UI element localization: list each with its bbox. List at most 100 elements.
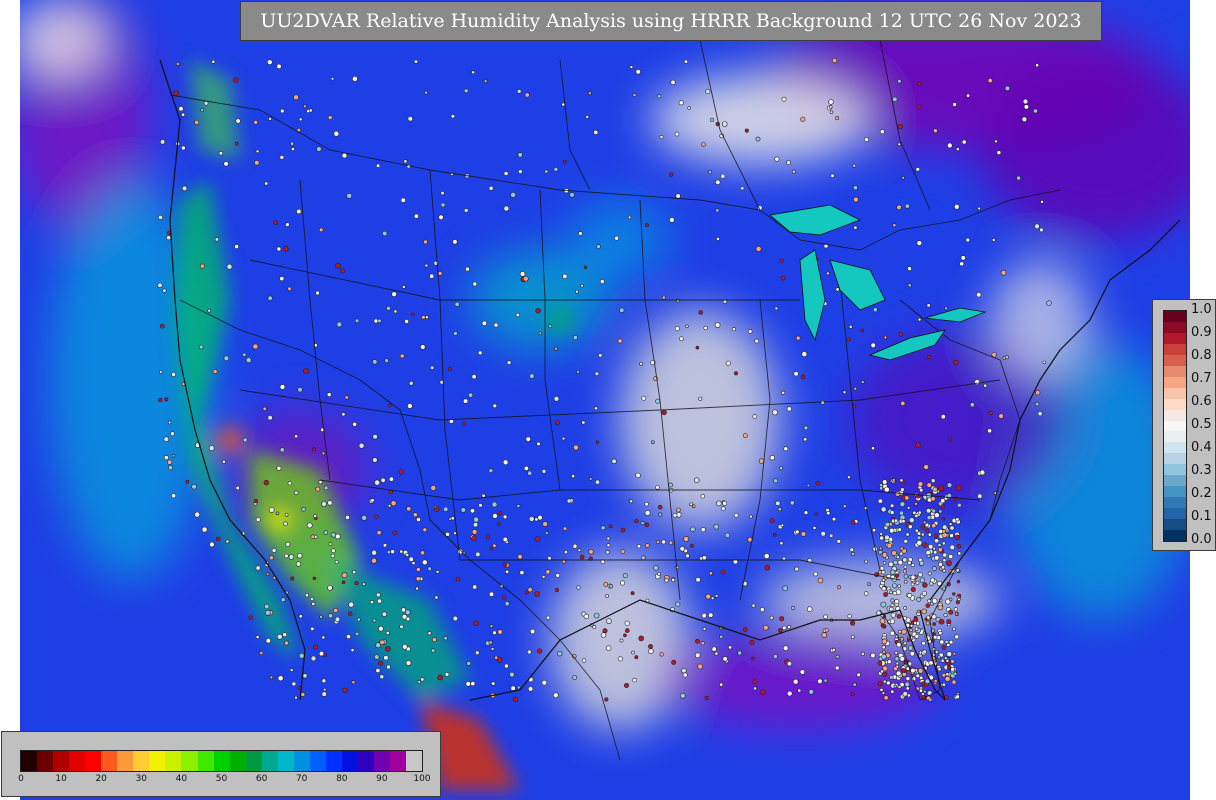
station-dot bbox=[462, 421, 467, 426]
station-dot bbox=[959, 261, 965, 267]
station-dot bbox=[917, 317, 922, 322]
station-dot bbox=[342, 687, 348, 693]
station-dot bbox=[374, 654, 380, 660]
station-dot bbox=[253, 499, 258, 504]
station-dot bbox=[889, 675, 894, 680]
station-dot bbox=[553, 395, 560, 402]
station-dot bbox=[720, 569, 726, 575]
station-dot bbox=[932, 546, 936, 551]
station-dot bbox=[714, 594, 719, 598]
station-dot bbox=[645, 543, 650, 548]
station-dot bbox=[605, 550, 610, 555]
station-dot bbox=[751, 603, 756, 608]
observation-colorbar-tick: 1.0 bbox=[1191, 302, 1212, 317]
station-dot bbox=[478, 350, 483, 356]
station-dot bbox=[463, 398, 469, 404]
station-dot bbox=[903, 574, 909, 579]
station-dot bbox=[440, 191, 445, 196]
station-dot bbox=[235, 485, 240, 491]
observation-colorbar-segment bbox=[1164, 343, 1186, 355]
station-dot bbox=[883, 335, 888, 340]
station-dot bbox=[687, 106, 691, 110]
station-dot bbox=[611, 458, 617, 464]
station-dot bbox=[792, 678, 799, 685]
station-dot bbox=[488, 640, 493, 645]
station-dot bbox=[326, 392, 332, 397]
station-dot bbox=[944, 639, 949, 644]
station-dot bbox=[921, 640, 926, 646]
station-dot bbox=[774, 156, 780, 162]
station-dot bbox=[541, 575, 546, 579]
station-dot bbox=[700, 641, 705, 646]
station-dot bbox=[910, 586, 916, 592]
station-dot bbox=[668, 540, 674, 546]
station-dot bbox=[416, 517, 421, 522]
station-dot bbox=[925, 621, 930, 626]
station-dot bbox=[694, 652, 701, 659]
station-dot bbox=[323, 485, 329, 491]
station-dot bbox=[917, 667, 924, 674]
station-dot bbox=[376, 598, 382, 604]
station-dot bbox=[914, 502, 918, 506]
station-dot bbox=[276, 246, 282, 252]
station-dot bbox=[764, 564, 771, 571]
station-dot bbox=[849, 620, 856, 626]
station-dot bbox=[548, 324, 553, 329]
station-dot bbox=[572, 675, 577, 680]
station-dot bbox=[708, 612, 714, 618]
station-dot bbox=[881, 552, 888, 558]
station-dot bbox=[928, 544, 934, 550]
station-dot bbox=[983, 383, 988, 388]
station-dot bbox=[470, 681, 476, 687]
station-dot bbox=[542, 521, 548, 527]
station-dot bbox=[794, 566, 800, 572]
station-dot bbox=[555, 420, 560, 425]
station-dot bbox=[519, 570, 525, 575]
station-dot bbox=[957, 593, 962, 598]
station-dot bbox=[896, 614, 902, 619]
station-dot bbox=[276, 465, 282, 471]
station-dot bbox=[638, 635, 645, 642]
station-dot bbox=[969, 402, 975, 408]
station-dot bbox=[803, 510, 809, 515]
observation-colorbar-segment bbox=[1164, 398, 1186, 410]
station-dot bbox=[779, 466, 783, 471]
station-dot bbox=[576, 585, 581, 590]
observation-colorbar: 1.0 0.9 0.8 0.7 0.6 0.5 0.4 0.3 0.2 0.1 0.0 bbox=[1152, 299, 1216, 551]
station-dot bbox=[516, 89, 522, 94]
station-dot bbox=[267, 415, 273, 421]
station-dot bbox=[903, 641, 908, 646]
station-dot bbox=[640, 555, 646, 561]
station-dot bbox=[955, 694, 960, 699]
station-dot bbox=[744, 128, 749, 133]
station-dot bbox=[408, 556, 414, 562]
station-dot bbox=[912, 510, 917, 515]
station-dot bbox=[878, 546, 883, 550]
station-dot bbox=[198, 344, 204, 350]
station-dot bbox=[864, 137, 869, 142]
station-dot bbox=[218, 151, 223, 156]
station-dot bbox=[297, 552, 303, 559]
station-dot bbox=[883, 486, 890, 493]
station-dot bbox=[905, 532, 910, 537]
station-dot bbox=[517, 554, 523, 560]
station-dot bbox=[751, 656, 755, 661]
station-dot bbox=[877, 498, 883, 504]
station-dot bbox=[181, 185, 188, 192]
station-dot bbox=[955, 517, 960, 522]
station-dot bbox=[889, 527, 895, 534]
station-dot bbox=[496, 522, 501, 526]
station-dot bbox=[330, 77, 335, 81]
station-dot bbox=[946, 642, 951, 647]
station-dot bbox=[566, 498, 572, 504]
station-dot bbox=[284, 640, 289, 646]
observation-colorbar-tick: 0.1 bbox=[1191, 509, 1212, 524]
station-dot bbox=[942, 552, 948, 558]
station-dot bbox=[906, 506, 911, 510]
station-dot bbox=[877, 660, 883, 666]
station-dot bbox=[255, 635, 260, 639]
observation-colorbar-segment bbox=[1164, 354, 1186, 366]
station-dot bbox=[162, 288, 167, 293]
station-dot bbox=[388, 476, 394, 482]
station-dot bbox=[934, 650, 939, 654]
